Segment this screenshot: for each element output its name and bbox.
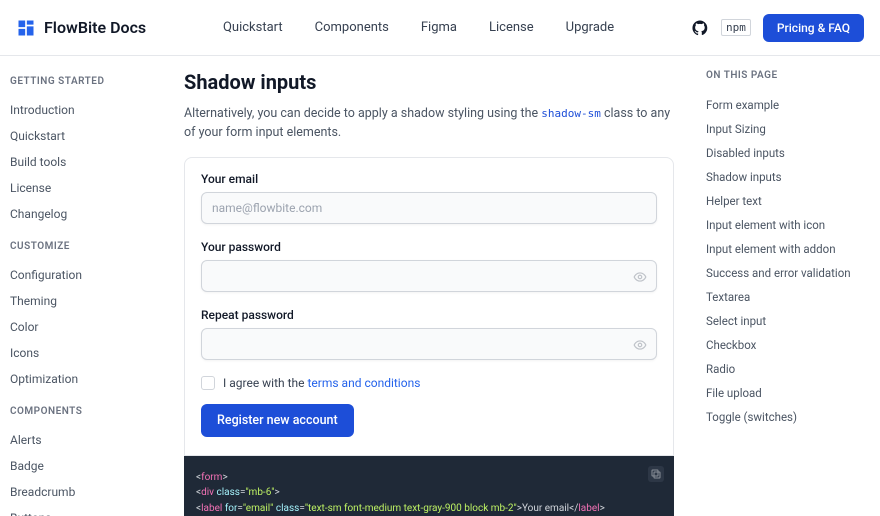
email-label: Your email xyxy=(201,172,657,186)
copy-icon[interactable] xyxy=(648,466,664,482)
example-box: Your email Your password Repeat password… xyxy=(184,157,674,456)
toc-item[interactable]: Textarea xyxy=(706,285,870,309)
sidebar-item[interactable]: Color xyxy=(10,314,160,340)
nav-upgrade[interactable]: Upgrade xyxy=(566,20,614,35)
toc-item[interactable]: Shadow inputs xyxy=(706,165,870,189)
toc-item[interactable]: Input element with icon xyxy=(706,213,870,237)
sidebar-item[interactable]: Optimization xyxy=(10,366,160,392)
sidebar-item[interactable]: Theming xyxy=(10,288,160,314)
nav-license[interactable]: License xyxy=(489,20,534,35)
toc-item[interactable]: File upload xyxy=(706,381,870,405)
code-inline: shadow-sm xyxy=(541,107,601,120)
register-button[interactable]: Register new account xyxy=(201,404,354,437)
toc-item[interactable]: Helper text xyxy=(706,189,870,213)
password-toggle-icon[interactable] xyxy=(633,338,647,352)
toc-item[interactable]: Toggle (switches) xyxy=(706,405,870,429)
sidebar-item[interactable]: Badge xyxy=(10,453,160,479)
repeat-password-label: Repeat password xyxy=(201,308,657,322)
sidebar-item[interactable]: Introduction xyxy=(10,97,160,123)
nav-components[interactable]: Components xyxy=(315,20,389,35)
toc-item[interactable]: Select input xyxy=(706,309,870,333)
top-nav: Quickstart Components Figma License Upgr… xyxy=(223,20,614,35)
sidebar-item[interactable]: Breadcrumb xyxy=(10,479,160,505)
sidebar-item[interactable]: License xyxy=(10,175,160,201)
sidebar-heading: COMPONENTS xyxy=(10,406,160,417)
intro-text: Alternatively, you can decide to apply a… xyxy=(184,104,674,143)
toc-item[interactable]: Checkbox xyxy=(706,333,870,357)
sidebar-item[interactable]: Icons xyxy=(10,340,160,366)
main-content: Shadow inputs Alternatively, you can dec… xyxy=(170,56,690,516)
toc-item[interactable]: Radio xyxy=(706,357,870,381)
npm-badge[interactable]: npm xyxy=(721,19,751,36)
sidebar-item[interactable]: Buttons xyxy=(10,505,160,516)
toc-item[interactable]: Disabled inputs xyxy=(706,141,870,165)
logo-text: FlowBite Docs xyxy=(44,18,146,37)
header: FlowBite Docs Quickstart Components Figm… xyxy=(0,0,880,56)
terms-checkbox[interactable] xyxy=(201,376,215,390)
checkbox-label: I agree with the terms and conditions xyxy=(223,376,420,390)
pricing-button[interactable]: Pricing & FAQ xyxy=(763,14,864,42)
password-label: Your password xyxy=(201,240,657,254)
sidebar-item[interactable]: Changelog xyxy=(10,201,160,227)
sidebar-item[interactable]: Alerts xyxy=(10,427,160,453)
toc-heading: ON THIS PAGE xyxy=(706,70,870,81)
header-right: npm Pricing & FAQ xyxy=(691,14,864,42)
sidebar-item[interactable]: Build tools xyxy=(10,149,160,175)
sidebar-item[interactable]: Configuration xyxy=(10,262,160,288)
toc-item[interactable]: Input Sizing xyxy=(706,117,870,141)
toc-item[interactable]: Input element with addon xyxy=(706,237,870,261)
password-toggle-icon[interactable] xyxy=(633,270,647,284)
nav-figma[interactable]: Figma xyxy=(421,20,457,35)
toc-item[interactable]: Form example xyxy=(706,93,870,117)
sidebar-heading: CUSTOMIZE xyxy=(10,241,160,252)
page-title: Shadow inputs xyxy=(184,70,674,94)
password-input[interactable] xyxy=(201,260,657,292)
terms-link[interactable]: terms and conditions xyxy=(308,376,421,390)
table-of-contents: ON THIS PAGE Form example Input Sizing D… xyxy=(690,56,880,516)
code-block: <form> <div class="mb-6"> <label for="em… xyxy=(184,456,674,516)
nav-quickstart[interactable]: Quickstart xyxy=(223,20,283,35)
sidebar: GETTING STARTED Introduction Quickstart … xyxy=(0,56,170,516)
logo[interactable]: FlowBite Docs xyxy=(16,18,146,38)
sidebar-item[interactable]: Quickstart xyxy=(10,123,160,149)
github-icon[interactable] xyxy=(691,19,709,37)
email-input[interactable] xyxy=(201,192,657,224)
sidebar-heading: GETTING STARTED xyxy=(10,76,160,87)
logo-icon xyxy=(16,18,36,38)
toc-item[interactable]: Success and error validation xyxy=(706,261,870,285)
repeat-password-input[interactable] xyxy=(201,328,657,360)
